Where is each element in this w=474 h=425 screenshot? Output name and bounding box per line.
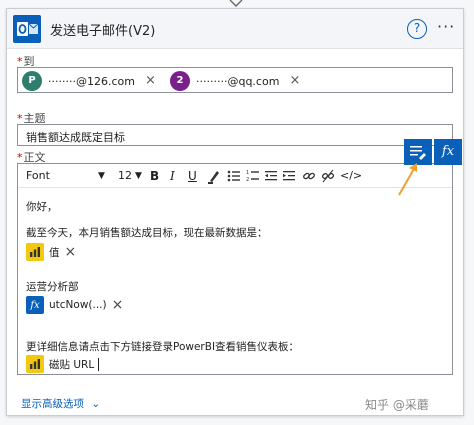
send-email-action-card: 发送电子邮件(V2) ? ··· *到 P ········@126.com ×… xyxy=(6,8,464,416)
watermark: 知乎 @采蘑 xyxy=(365,398,429,412)
screenshot-frame: 发送电子邮件(V2) ? ··· *到 P ········@126.com ×… xyxy=(0,0,474,425)
code-view-button[interactable]: </> xyxy=(340,168,362,184)
action-title: 发送电子邮件(V2) xyxy=(50,24,156,39)
email-body-content[interactable]: 你好， 截至今天，本月销售额达成目标，现在最新数据是： 值 × 运营分析部 fx… xyxy=(18,189,452,374)
subject-field[interactable]: 销售额达成既定目标 xyxy=(17,124,453,146)
bold-button[interactable]: B xyxy=(150,168,159,184)
increase-indent-icon[interactable] xyxy=(282,168,296,184)
fx-icon: fx xyxy=(26,296,44,314)
help-icon[interactable]: ? xyxy=(407,19,427,39)
remove-token-icon[interactable]: × xyxy=(65,243,77,261)
recipient-token: P ········@126.com × xyxy=(22,71,156,91)
font-size-select[interactable]: 12 xyxy=(118,168,132,184)
decrease-indent-icon[interactable] xyxy=(264,168,278,184)
show-advanced-options-link[interactable]: 显示高级选项 ⌄ xyxy=(21,396,100,411)
recipient-avatar: P xyxy=(22,71,42,91)
dynamic-content-token[interactable]: 磁贴 URL xyxy=(26,355,100,373)
outlook-app-icon xyxy=(13,15,41,43)
italic-button[interactable]: I xyxy=(170,168,175,184)
add-expression-button[interactable]: fx xyxy=(434,139,462,165)
recipient-address: ········@126.com xyxy=(48,74,135,88)
rich-text-toolbar: Font ▼ 12 ▼ B I U 1 2 </> xyxy=(18,164,452,188)
remove-token-icon[interactable]: × xyxy=(112,296,124,314)
greeting-text: 你好， xyxy=(26,201,58,213)
underline-button[interactable]: U xyxy=(188,168,197,184)
more-options-icon[interactable]: ··· xyxy=(437,18,455,38)
department-text: 运营分析部 xyxy=(26,281,79,293)
token-label: 值 xyxy=(49,246,60,259)
remove-recipient-icon[interactable]: × xyxy=(145,71,156,91)
text-cursor xyxy=(98,357,100,371)
link-icon[interactable] xyxy=(302,168,316,184)
unlink-icon[interactable] xyxy=(321,168,335,184)
font-color-icon[interactable] xyxy=(207,168,221,184)
font-dropdown-icon[interactable]: ▼ xyxy=(98,168,105,184)
recipient-token: 2 ·········@qq.com × xyxy=(170,71,300,91)
powerbi-icon xyxy=(26,355,44,373)
numbered-list-icon[interactable]: 1 2 xyxy=(246,168,260,184)
to-field[interactable]: P ········@126.com × 2 ·········@qq.com … xyxy=(17,67,453,93)
font-size-dropdown-icon[interactable]: ▼ xyxy=(135,168,142,184)
link-intro-text: 更详细信息请点击下方链接登录PowerBI查看销售仪表板： xyxy=(26,341,300,353)
recipient-address: ·········@qq.com xyxy=(196,74,280,88)
font-select[interactable]: Font xyxy=(26,168,50,184)
annotation-arrow-icon xyxy=(398,163,417,196)
subject-value: 销售额达成既定目标 xyxy=(26,131,125,144)
show-advanced-text: 显示高级选项 xyxy=(21,398,84,410)
token-label: 磁贴 URL xyxy=(49,358,95,371)
recipient-avatar: 2 xyxy=(170,71,190,91)
dynamic-content-token[interactable]: 值 × xyxy=(26,243,76,261)
body-editor[interactable]: Font ▼ 12 ▼ B I U 1 2 </> 你好， 截至今天，本月销售额… xyxy=(17,163,453,375)
powerbi-icon xyxy=(26,243,44,261)
expression-token[interactable]: fx utcNow(...) × xyxy=(26,296,123,314)
remove-recipient-icon[interactable]: × xyxy=(289,71,300,91)
flow-connector-arrow-icon xyxy=(229,0,243,7)
card-header[interactable]: 发送电子邮件(V2) ? ··· xyxy=(7,9,463,49)
svg-text:2: 2 xyxy=(246,177,249,183)
token-label: utcNow(...) xyxy=(49,299,107,311)
chevron-down-icon: ⌄ xyxy=(91,398,101,410)
svg-text:1: 1 xyxy=(246,170,249,176)
intro-text: 截至今天，本月销售额达成目标，现在最新数据是： xyxy=(26,227,268,239)
bulleted-list-icon[interactable] xyxy=(227,168,241,184)
